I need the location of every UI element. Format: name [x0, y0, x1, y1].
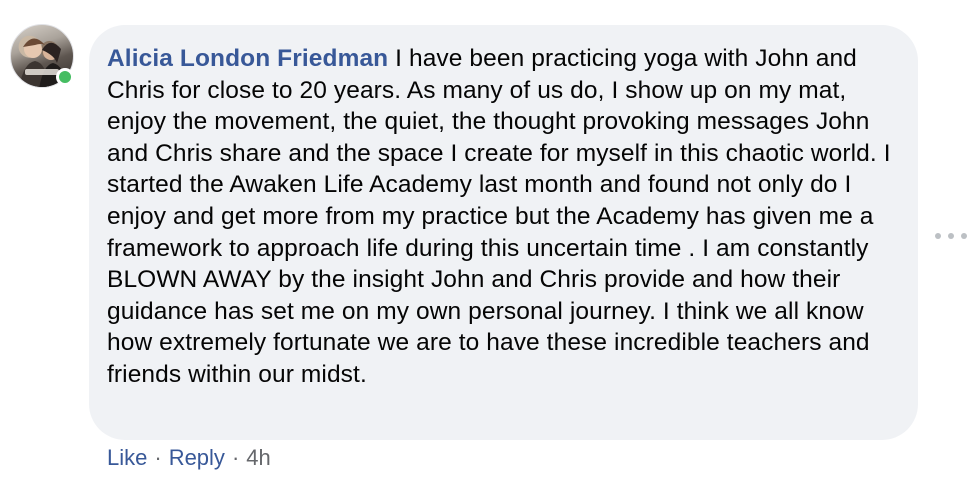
comment-actions: Like · Reply · 4h	[107, 444, 271, 472]
comment-item: Alicia London Friedman I have been pract…	[0, 0, 974, 488]
more-horizontal-icon-dot	[948, 233, 954, 239]
like-button[interactable]: Like	[107, 445, 147, 470]
action-separator: ·	[231, 445, 240, 470]
online-status-indicator	[56, 68, 74, 86]
reply-button[interactable]: Reply	[169, 445, 225, 470]
more-horizontal-icon	[935, 233, 941, 239]
comment-author-link[interactable]: Alicia London Friedman	[107, 45, 388, 72]
more-horizontal-icon-dot	[961, 233, 967, 239]
comment-text: I have been practicing yoga with John an…	[107, 45, 891, 388]
comment-timestamp[interactable]: 4h	[246, 445, 270, 470]
comment-bubble: Alicia London Friedman I have been pract…	[89, 25, 918, 440]
comment-body: Alicia London Friedman I have been pract…	[107, 43, 896, 391]
action-separator: ·	[154, 445, 162, 470]
avatar-container[interactable]	[10, 24, 76, 90]
more-options-button[interactable]	[935, 227, 967, 245]
